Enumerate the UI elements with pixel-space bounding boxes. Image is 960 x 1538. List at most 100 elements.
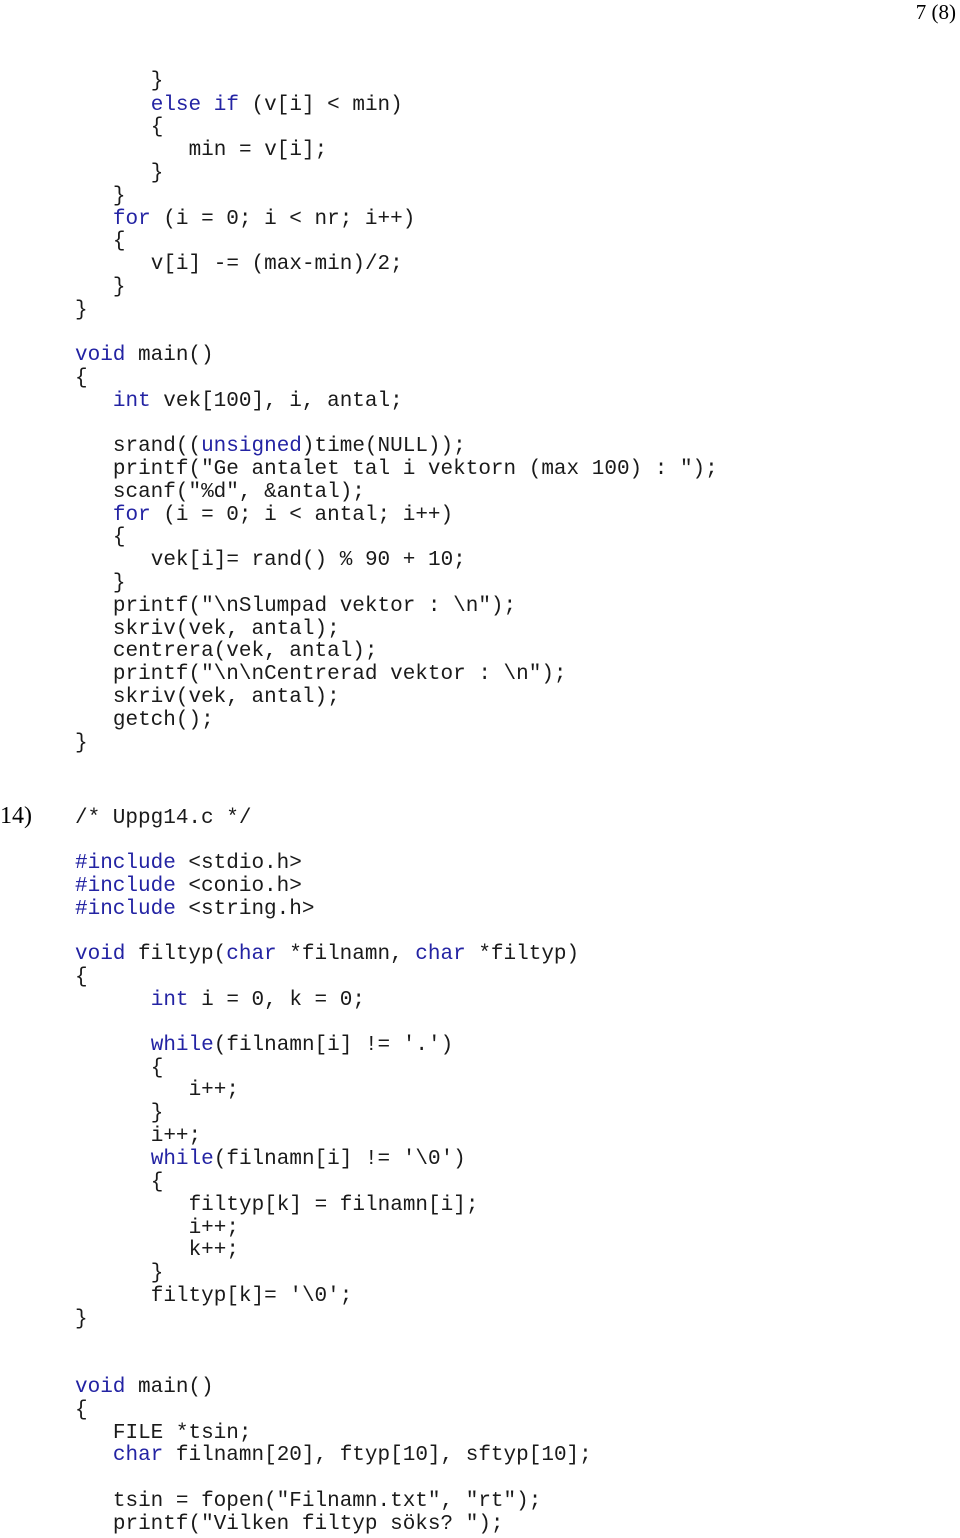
code-line: int i = 0, k = 0; [151, 989, 365, 1012]
code-line: void main() [75, 1376, 214, 1399]
code-keyword: char [112, 1444, 164, 1467]
code-line: { [151, 1057, 164, 1080]
code-line: k++; [189, 1239, 239, 1262]
code-keyword: void [75, 943, 126, 966]
code-line: filtyp[k]= '\0'; [151, 1285, 353, 1308]
code-text: { [75, 966, 88, 989]
code-line: for (i = 0; i < antal; i++) [113, 504, 453, 527]
code-text: skriv(vek, antal); [112, 618, 340, 641]
code-text: tsin = fopen("Filnamn.txt", "rt"); [112, 1490, 542, 1513]
code-line: } [151, 1102, 164, 1125]
code-line: #include <conio.h> [75, 875, 302, 898]
code-line: printf("Vilken filtyp söks? "); [113, 1513, 504, 1536]
code-text: skriv(vek, antal); [112, 686, 340, 709]
code-text: printf("Vilken filtyp söks? "); [112, 1513, 504, 1536]
code-line: FILE *tsin; [113, 1422, 252, 1445]
code-text: { [150, 1171, 164, 1194]
code-text: { [75, 1399, 88, 1422]
code-line: { [151, 1171, 164, 1194]
code-text: k++; [188, 1239, 239, 1262]
code-text: FILE *tsin; [112, 1422, 252, 1445]
code-text: i++; [150, 1125, 202, 1148]
code-line: scanf("%d", &antal); [113, 481, 365, 504]
code-keyword: for [112, 208, 151, 231]
code-text: (i = 0; i < antal; i++) [150, 504, 454, 527]
code-keyword: void [75, 344, 126, 367]
code-keyword: while [150, 1034, 214, 1057]
code-line: char filnamn[20], ftyp[10], sftyp[10]; [113, 1444, 592, 1467]
code-text: main() [125, 344, 214, 367]
code-line: } [151, 70, 164, 93]
code-text: <string.h> [175, 898, 315, 921]
code-line: void filtyp(char *filnamn, char *filtyp) [75, 943, 579, 966]
code-line: void main() [75, 344, 214, 367]
code-text: (v[i] < min) [238, 94, 403, 117]
code-line: getch(); [113, 709, 214, 732]
code-text: i = 0, k = 0; [188, 989, 365, 1012]
code-text: } [150, 162, 164, 185]
code-keyword: char [415, 943, 466, 966]
code-text: printf("\nSlumpad vektor : \n"); [112, 595, 517, 618]
code-text: min = v[i]; [188, 139, 328, 162]
code-text: { [75, 367, 88, 390]
code-keyword: else if [150, 94, 239, 117]
code-text: } [75, 1308, 88, 1331]
code-line: while(filnamn[i] != '.') [151, 1034, 453, 1057]
code-text: <conio.h> [175, 875, 302, 898]
code-line: } [75, 732, 88, 755]
code-text: printf("\n\nCentrerad vektor : \n"); [112, 663, 567, 686]
code-text: i++; [188, 1079, 239, 1102]
code-line: v[i] -= (max-min)/2; [151, 253, 403, 276]
code-line: } [151, 1262, 164, 1285]
code-text: } [75, 732, 88, 755]
code-line: #include <string.h> [75, 898, 314, 921]
code-keyword: int [150, 989, 189, 1012]
code-keyword: while [150, 1148, 214, 1171]
code-line: srand((unsigned)time(NULL)); [113, 435, 466, 458]
code-text: /* Uppg14.c */ [75, 807, 252, 830]
code-text: (filnamn[i] != '.') [213, 1034, 454, 1057]
code-line: } [113, 572, 126, 595]
code-text: } [112, 185, 126, 208]
code-text: i++; [188, 1217, 239, 1240]
code-line: { [113, 526, 126, 549]
code-keyword: for [112, 504, 151, 527]
code-text: } [150, 1102, 164, 1125]
code-text: srand(( [112, 435, 202, 458]
code-line: } [113, 185, 126, 208]
code-line: printf("\nSlumpad vektor : \n"); [113, 595, 516, 618]
code-line: int vek[100], i, antal; [113, 390, 403, 413]
task-number: 14) [0, 803, 32, 829]
code-line: else if (v[i] < min) [151, 94, 403, 117]
code-line: printf("Ge antalet tal i vektorn (max 10… [113, 458, 718, 481]
code-line: skriv(vek, antal); [113, 686, 340, 709]
code-line: skriv(vek, antal); [113, 618, 340, 641]
code-line: #include <stdio.h> [75, 852, 302, 875]
code-text: { [112, 230, 126, 253]
code-text: main() [125, 1376, 214, 1399]
code-text: printf("Ge antalet tal i vektorn (max 10… [112, 458, 718, 481]
code-keyword: char [226, 943, 277, 966]
code-line: while(filnamn[i] != '\0') [151, 1148, 466, 1171]
code-line: { [75, 367, 88, 390]
code-line: { [151, 116, 164, 139]
code-text: vek[i]= rand() % 90 + 10; [150, 549, 466, 572]
code-text: )time(NULL)); [301, 435, 466, 458]
code-line: } [75, 1308, 88, 1331]
code-text: { [150, 116, 164, 139]
code-text: } [112, 276, 126, 299]
code-text: *filtyp) [465, 943, 580, 966]
code-line: } [113, 276, 126, 299]
code-line: for (i = 0; i < nr; i++) [113, 208, 415, 231]
code-text: scanf("%d", &antal); [112, 481, 365, 504]
code-keyword: #include [75, 898, 176, 921]
code-keyword: unsigned [201, 435, 302, 458]
code-line: i++; [189, 1079, 239, 1102]
code-line: } [151, 162, 164, 185]
code-line: filtyp[k] = filnamn[i]; [189, 1194, 479, 1217]
code-text: } [112, 572, 126, 595]
code-text: filtyp[k] = filnamn[i]; [188, 1194, 479, 1217]
code-line: /* Uppg14.c */ [75, 807, 251, 830]
code-text: } [150, 1262, 164, 1285]
code-line: printf("\n\nCentrerad vektor : \n"); [113, 663, 567, 686]
